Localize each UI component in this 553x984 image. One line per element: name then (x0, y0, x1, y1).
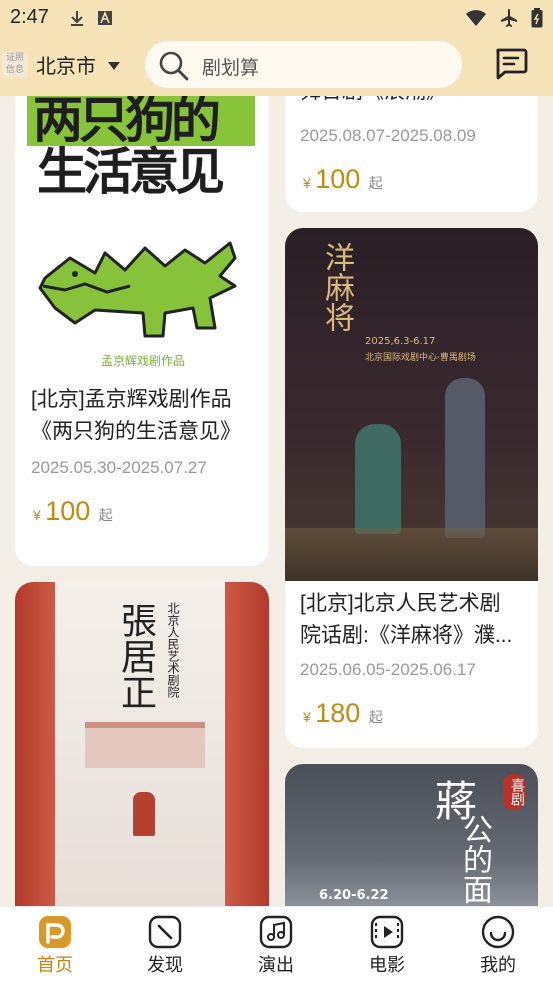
battery-icon (531, 8, 543, 28)
price-currency: ¥ (303, 709, 311, 725)
show-poster: 喜剧 蔣 公的面 6.20-6.22 (285, 764, 538, 906)
download-icon (68, 9, 86, 27)
poster-figure-woman (355, 424, 401, 534)
message-icon[interactable] (493, 46, 529, 84)
show-title: 舞台剧《浪潮》 (300, 96, 447, 108)
tab-discover-label: 发现 (147, 955, 183, 975)
show-date: 2025.06.05-2025.06.17 (300, 660, 476, 679)
show-card-gin-game[interactable]: 洋麻将 2025,6.3-6.17 北京国际戏剧中心·曹禺剧场 [北京]北京人民… (285, 228, 538, 748)
wifi-icon (465, 9, 487, 27)
status-time: 2:47 (10, 6, 49, 28)
music-icon (259, 915, 293, 949)
poster-title-line2: 公的面 (457, 814, 492, 904)
show-feed[interactable]: 两只狗的 生活意见 孟京辉戏剧作品 [北京]孟京辉戏剧作品 《两只狗的生活意见》… (0, 96, 553, 906)
poster-dates: 2025,6.3-6.17 (365, 336, 436, 347)
compass-icon (148, 915, 182, 949)
poster-dog-illustration (38, 241, 237, 338)
tab-mine-label: 我的 (480, 955, 516, 975)
poster-caption: 孟京辉戏剧作品 (101, 354, 186, 368)
license-info-label: 证照 信息 (5, 53, 24, 75)
price-suffix: 起 (98, 507, 113, 523)
price-suffix: 起 (368, 175, 383, 191)
tab-home-label: 首页 (37, 955, 73, 975)
search-bar[interactable]: 剧划算 (144, 40, 463, 89)
price-currency: ¥ (303, 175, 311, 191)
show-price: ¥ 180 起 (303, 698, 383, 729)
license-info-button[interactable]: 证照 信息 (2, 52, 28, 78)
top-header: 证照 信息 北京市 剧划算 (0, 36, 553, 96)
film-icon (370, 915, 404, 949)
a-icon (96, 9, 114, 27)
search-input[interactable]: 剧划算 (202, 53, 259, 80)
tab-home[interactable]: 首页 (0, 907, 110, 984)
show-title-line1: [北京]孟京辉戏剧作品 (31, 388, 232, 411)
show-title-line2: 院话剧:《洋麻将》濮... (300, 624, 513, 647)
price-value: 100 (45, 496, 91, 526)
status-bar: 2:47 (0, 0, 553, 36)
poster-red-wall-right (225, 582, 269, 906)
price-value: 180 (315, 698, 361, 728)
poster-red-wall-left (15, 582, 55, 906)
poster-grass (285, 528, 538, 581)
show-title: [北京]孟京辉戏剧作品 《两只狗的生活意见》 (31, 384, 261, 448)
poster-dates: 6.20-6.22 (319, 888, 389, 903)
poster-title-line2: 生活意见 (37, 142, 225, 201)
show-card-zhang-juzheng[interactable]: 張居正 北京人民艺术剧院 (15, 582, 269, 906)
airplane-icon (499, 8, 519, 28)
show-poster: 洋麻将 2025,6.3-6.17 北京国际戏剧中心·曹禺剧场 (285, 228, 538, 581)
tab-shows-label: 演出 (258, 955, 294, 975)
show-poster: 張居正 北京人民艺术剧院 (15, 582, 269, 906)
smile-icon (481, 915, 515, 949)
show-card-two-dogs[interactable]: 两只狗的 生活意见 孟京辉戏剧作品 [北京]孟京辉戏剧作品 《两只狗的生活意见》… (15, 96, 269, 566)
show-date: 2025.08.07-2025.08.09 (300, 126, 476, 145)
price-suffix: 起 (368, 709, 383, 725)
poster-vertical-text: 北京人民艺术剧院 (166, 602, 180, 698)
show-price: ¥ 100 起 (303, 164, 383, 195)
search-icon (158, 50, 190, 86)
poster-tag: 喜剧 (503, 774, 525, 810)
tab-discover[interactable]: 发现 (110, 907, 220, 984)
bottom-tab-bar: 首页 发现 演出 电影 我的 (0, 906, 553, 984)
show-title-line1: [北京]北京人民艺术剧 (300, 592, 501, 615)
price-value: 100 (315, 164, 361, 194)
show-date: 2025.05.30-2025.07.27 (31, 458, 207, 477)
poster-palace (85, 722, 205, 768)
poster-figure-man (445, 378, 485, 538)
show-card-waves[interactable]: 舞台剧《浪潮》 2025.08.07-2025.08.09 ¥ 100 起 (285, 96, 538, 212)
show-title: [北京]北京人民艺术剧 院话剧:《洋麻将》濮... (300, 588, 530, 652)
show-card-jiang-gong[interactable]: 喜剧 蔣 公的面 6.20-6.22 (285, 764, 538, 906)
poster-title: 張居正 (115, 602, 156, 710)
poster-venue: 北京国际戏剧中心·曹禺剧场 (365, 353, 476, 363)
poster-title: 洋麻将 (319, 242, 354, 332)
show-price: ¥ 100 起 (33, 496, 113, 527)
tab-movies-label: 电影 (369, 955, 405, 975)
home-icon (38, 915, 72, 949)
tab-movies[interactable]: 电影 (332, 907, 442, 984)
city-selector[interactable]: 北京市 (36, 50, 96, 79)
poster-figure (133, 792, 155, 836)
chevron-down-icon[interactable] (107, 56, 121, 75)
tab-shows[interactable]: 演出 (221, 907, 331, 984)
price-currency: ¥ (33, 507, 41, 523)
tab-mine[interactable]: 我的 (443, 907, 553, 984)
show-title-line2: 《两只狗的生活意见》 (31, 420, 241, 443)
